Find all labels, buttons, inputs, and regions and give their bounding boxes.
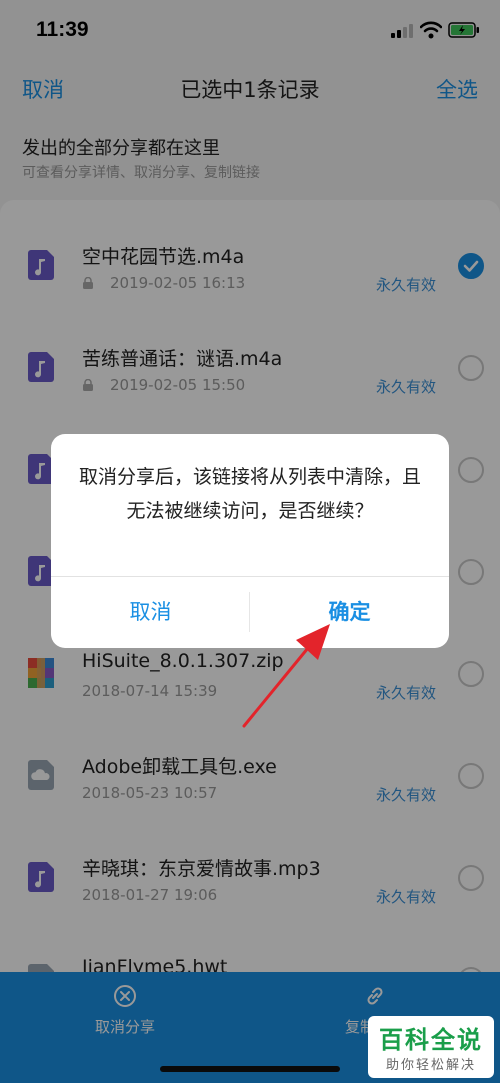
dialog-message: 取消分享后，该链接将从列表中清除，且无法被继续访问，是否继续？	[79, 466, 422, 522]
confirm-dialog: 取消分享后，该链接将从列表中清除，且无法被继续访问，是否继续？ 取消 确定	[51, 434, 449, 648]
watermark-logo: 百科全说 助你轻松解决	[368, 1016, 494, 1078]
dialog-cancel-button[interactable]: 取消	[51, 576, 250, 648]
annotation-arrow-icon	[242, 624, 330, 728]
watermark-title: 百科全说	[379, 1026, 483, 1054]
watermark-subtitle: 助你轻松解决	[385, 1058, 476, 1073]
